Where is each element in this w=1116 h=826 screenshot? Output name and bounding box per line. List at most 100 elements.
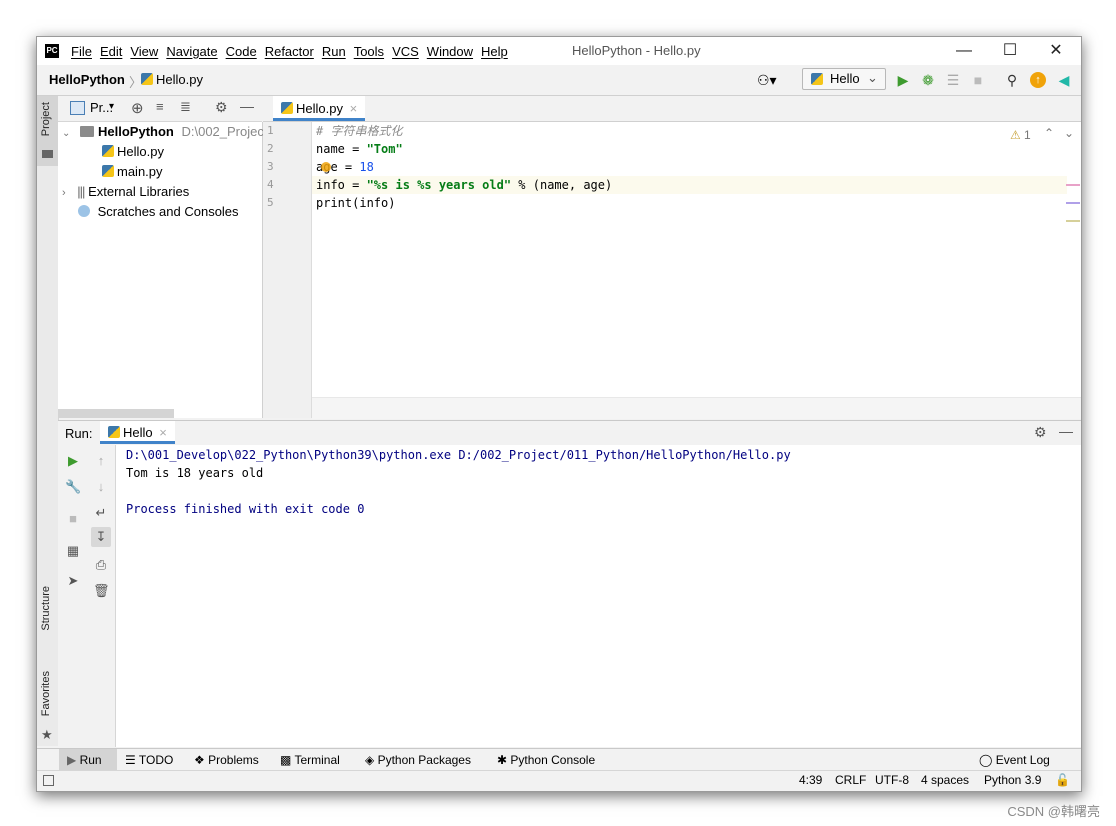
tree-item-hello[interactable]: Hello.py	[102, 142, 164, 162]
wrench-icon[interactable]: 🔧	[65, 479, 81, 495]
indent-setting[interactable]: 4 spaces	[921, 773, 969, 787]
dropdown-arrow-icon[interactable]: ▾	[109, 101, 114, 112]
locate-icon[interactable]: ⊕	[131, 99, 144, 117]
run-icon[interactable]: ▶	[894, 71, 912, 89]
close-button[interactable]: ✕	[1033, 37, 1079, 65]
error-stripe-mark[interactable]	[1066, 184, 1080, 186]
coverage-icon[interactable]: ☰	[944, 71, 962, 89]
external-libraries-label: External Libraries	[88, 184, 190, 199]
hide-panel-icon[interactable]: —	[1059, 423, 1073, 439]
menu-tools[interactable]: Tools	[354, 44, 384, 59]
project-view-icon	[70, 101, 85, 115]
down-arrow-icon[interactable]: ↓	[93, 479, 109, 495]
root-name: HelloPython	[98, 124, 174, 139]
jetbrains-toolbox-icon[interactable]: ◀	[1055, 71, 1073, 89]
tool-tab-run-label: Run	[79, 753, 102, 767]
minimize-button[interactable]: —	[941, 37, 987, 65]
code-string: "Tom"	[366, 142, 403, 156]
menu-run[interactable]: Run	[322, 44, 346, 59]
project-stripe-label[interactable]: Project	[40, 102, 52, 136]
menu-help[interactable]: Help	[481, 44, 508, 59]
code-editor[interactable]: # 字符串格式化 name = "Tom" age = 18 info = "%…	[312, 122, 1081, 419]
gear-icon[interactable]: ⚙	[1034, 424, 1047, 441]
run-config-select[interactable]: Hello ⌄	[802, 68, 886, 90]
tree-item-external-libraries[interactable]: › ||| External Libraries	[62, 182, 189, 202]
tab-hello-py[interactable]: Hello.py ×	[273, 96, 366, 121]
expand-all-icon[interactable]: ≡	[156, 99, 164, 114]
structure-stripe-label[interactable]: Structure	[40, 586, 52, 631]
stop-icon[interactable]: ■	[65, 511, 81, 527]
update-icon[interactable]: ↑	[1030, 72, 1046, 88]
trash-icon[interactable]: 🗑	[93, 583, 110, 599]
file-encoding[interactable]: UTF-8	[875, 773, 909, 787]
horizontal-scrollbar[interactable]	[58, 409, 174, 418]
layout-icon[interactable]: ▦	[65, 543, 81, 559]
intention-bulb-icon[interactable]	[321, 162, 331, 172]
menu-navigate[interactable]: Navigate	[166, 44, 217, 59]
hide-panel-icon[interactable]: —	[240, 98, 254, 114]
run-toolbar: ▶ ↑ 🔧 ↓ ■ ↵ ↧ ▦ ⎙ ➤ 🗑	[58, 445, 116, 747]
console-line: Tom is 18 years old	[126, 466, 264, 480]
menu-view[interactable]: View	[130, 44, 158, 59]
tool-tab-python-packages[interactable]: ◈ Python Packages	[365, 749, 471, 771]
toggle-tool-windows-icon[interactable]	[43, 775, 54, 786]
tool-tab-python-console[interactable]: ✱ Python Console	[497, 749, 595, 771]
run-console[interactable]: D:\001_Develop\022_Python\Python39\pytho…	[116, 445, 1081, 747]
menu-file[interactable]: File	[71, 44, 92, 59]
search-icon[interactable]: ⚲	[1003, 71, 1021, 89]
editor-bottom-area	[312, 397, 1081, 419]
next-highlight-icon[interactable]: ⌄	[1064, 126, 1074, 140]
tool-tab-event-log[interactable]: ◯ Event Log	[979, 749, 1050, 771]
tree-item-scratches[interactable]: Scratches and Consoles	[78, 202, 239, 222]
menu-window[interactable]: Window	[427, 44, 473, 59]
tool-tab-terminal-label: Terminal	[294, 753, 340, 767]
collapse-arrow-icon[interactable]: ›	[62, 187, 66, 199]
rerun-icon[interactable]: ▶	[65, 453, 81, 469]
menu-refactor[interactable]: Refactor	[265, 44, 314, 59]
user-icon[interactable]: ⚇▾	[757, 71, 777, 89]
warning-icon[interactable]: ⚠	[1010, 128, 1021, 142]
expand-arrow-icon[interactable]: ⌄	[62, 128, 70, 139]
soft-wrap-icon[interactable]: ↵	[93, 505, 109, 521]
project-panel-header: Pr... ▾ ⊕ ≡ ≣ ⚙ —	[58, 96, 262, 122]
error-stripe-mark[interactable]	[1066, 220, 1080, 222]
lock-icon[interactable]: 🔓	[1055, 773, 1070, 787]
maximize-button[interactable]: ☐	[987, 37, 1033, 65]
tool-tab-terminal[interactable]: ▩ Terminal	[280, 749, 340, 771]
caret-position[interactable]: 4:39	[799, 773, 822, 787]
error-stripe-mark[interactable]	[1066, 202, 1080, 204]
list-icon: ☰	[125, 753, 136, 767]
line-separator[interactable]: CRLF	[835, 773, 866, 787]
scratches-label: Scratches and Consoles	[97, 204, 239, 219]
chevron-down-icon: ⌄	[867, 70, 878, 85]
tool-tab-event-log-label: Event Log	[995, 753, 1050, 767]
code-line-1: # 字符串格式化	[316, 124, 403, 138]
close-tab-icon[interactable]: ×	[350, 101, 358, 116]
breadcrumb-file[interactable]: Hello.py	[141, 72, 203, 87]
run-tab-hello[interactable]: Hello ×	[100, 421, 175, 444]
close-tab-icon[interactable]: ×	[159, 425, 167, 440]
breadcrumb-project[interactable]: HelloPython	[49, 72, 125, 87]
tool-tab-run[interactable]: ▶ Run	[59, 749, 117, 771]
up-arrow-icon[interactable]: ↑	[93, 453, 109, 469]
stop-icon[interactable]: ■	[969, 71, 987, 89]
gear-icon[interactable]: ⚙	[215, 99, 228, 116]
print-icon[interactable]: ⎙	[93, 557, 109, 573]
warning-count[interactable]: 1	[1024, 128, 1031, 142]
code-number: 18	[359, 160, 374, 174]
menu-code[interactable]: Code	[226, 44, 257, 59]
previous-highlight-icon[interactable]: ⌃	[1044, 126, 1054, 140]
tool-tab-problems[interactable]: ❖ Problems	[194, 749, 259, 771]
tree-item-main[interactable]: main.py	[102, 162, 163, 182]
debug-icon[interactable]: ❁	[919, 71, 937, 89]
scroll-to-end-icon[interactable]: ↧	[91, 527, 111, 547]
tool-tab-todo[interactable]: ☰ TODO	[125, 749, 173, 771]
tree-root[interactable]: ⌄ HelloPython D:\002_Projec	[62, 122, 264, 142]
python-file-icon	[281, 102, 293, 114]
menu-edit[interactable]: Edit	[100, 44, 122, 59]
collapse-all-icon[interactable]: ≣	[180, 99, 191, 115]
menu-vcs[interactable]: VCS	[392, 44, 419, 59]
pin-icon[interactable]: ➤	[65, 573, 81, 589]
favorites-stripe-label[interactable]: Favorites	[40, 671, 52, 716]
python-interpreter[interactable]: Python 3.9	[984, 773, 1041, 787]
